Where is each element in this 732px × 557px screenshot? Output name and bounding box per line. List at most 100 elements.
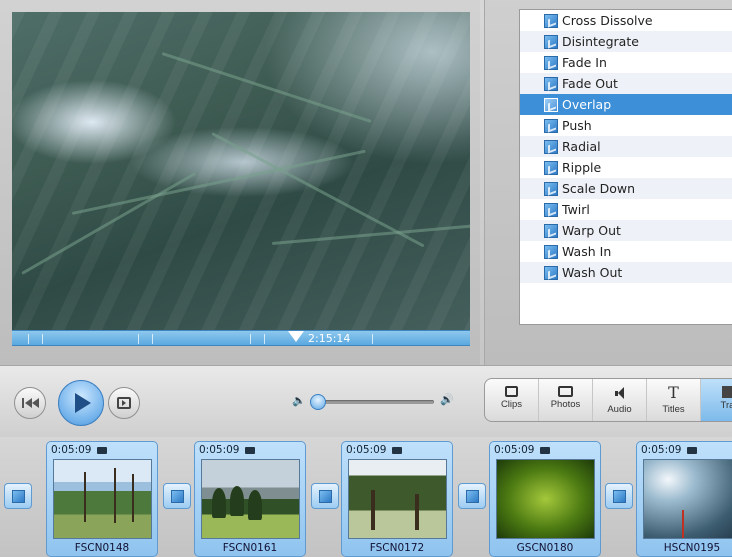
transition-item[interactable]: Scale Down — [520, 178, 732, 199]
rewind-icon — [21, 398, 39, 408]
volume-knob[interactable] — [310, 394, 326, 410]
transition-label: Warp Out — [562, 223, 621, 238]
camera-icon — [540, 446, 551, 454]
viewer-pane: 2:15:14 — [0, 0, 480, 365]
scrubber-bar[interactable]: 2:15:14 — [12, 330, 470, 346]
scrubber-tick — [28, 334, 29, 344]
transition-item[interactable]: Cross Dissolve — [520, 10, 732, 31]
camera-icon — [687, 446, 698, 454]
transition-item[interactable]: Wash Out — [520, 262, 732, 283]
clip-item[interactable]: 0:05:09 HSCN0195 — [636, 441, 732, 557]
imovie-window: 2:15:14 Cross Dissolve Disintegrate Fade… — [0, 0, 732, 557]
play-icon — [75, 393, 91, 413]
transition-icon — [544, 223, 558, 238]
transition-item[interactable]: Warp Out — [520, 220, 732, 241]
transition-icon — [544, 202, 558, 217]
camera-icon — [245, 446, 256, 454]
transition-marker[interactable] — [163, 483, 191, 509]
transitions-icon — [721, 386, 732, 398]
transition-icon — [544, 118, 558, 133]
light-rays — [12, 12, 470, 330]
clip-name: HSCN0195 — [663, 542, 721, 554]
transition-label: Fade In — [562, 55, 607, 70]
transition-item-selected[interactable]: Overlap — [520, 94, 732, 115]
transition-icon — [544, 76, 558, 91]
transition-label: Wash Out — [562, 265, 623, 280]
photos-icon — [558, 386, 573, 397]
transitions-panel: Cross Dissolve Disintegrate Fade In Fade… — [484, 0, 732, 365]
playback-controls: 🔈 🔊 Clips Photos Audio T Titles Tr — [0, 365, 732, 437]
scrubber-tick — [42, 334, 43, 344]
transition-icon — [465, 489, 479, 503]
transition-label: Twirl — [562, 202, 590, 217]
clip-name: FSCN0148 — [74, 542, 130, 554]
transition-item[interactable]: Radial — [520, 136, 732, 157]
transition-label: Disintegrate — [562, 34, 639, 49]
transition-icon — [612, 489, 626, 503]
tab-label: Tra — [720, 400, 732, 411]
transition-icon — [544, 265, 558, 280]
rewind-button[interactable] — [14, 387, 46, 419]
clip-item[interactable]: 0:05:09 FSCN0161 — [194, 441, 306, 557]
clip-thumbnail — [53, 459, 152, 539]
scrubber-tick — [250, 334, 251, 344]
tab-photos[interactable]: Photos — [539, 379, 593, 421]
transition-label: Ripple — [562, 160, 602, 175]
clip-item[interactable]: 0:05:09 GSCN0180 — [489, 441, 601, 557]
fullscreen-button[interactable] — [108, 387, 140, 419]
play-button[interactable] — [58, 380, 104, 426]
video-preview[interactable] — [12, 12, 470, 330]
tab-titles[interactable]: T Titles — [647, 379, 701, 421]
transition-icon — [544, 97, 558, 112]
transition-icon — [544, 139, 558, 154]
transition-marker[interactable] — [311, 483, 339, 509]
clip-duration: 0:05:09 — [199, 444, 240, 456]
titles-icon: T — [668, 383, 679, 402]
transition-label: Radial — [562, 139, 601, 154]
clip-thumbnail — [201, 459, 300, 539]
transition-item[interactable]: Twirl — [520, 199, 732, 220]
transition-label: Fade Out — [562, 76, 618, 91]
clip-viewer: 0:05:09 FSCN0148 0:05:09 FSCN0161 0:05:0… — [0, 437, 732, 557]
transition-marker[interactable] — [458, 483, 486, 509]
volume-slider[interactable] — [312, 400, 434, 404]
transition-icon — [544, 181, 558, 196]
transition-label: Overlap — [562, 97, 612, 112]
clip-item[interactable]: 0:05:09 FSCN0172 — [341, 441, 453, 557]
transition-icon — [544, 34, 558, 49]
transition-icon — [544, 13, 558, 28]
transition-marker[interactable] — [4, 483, 32, 509]
transition-label: Push — [562, 118, 592, 133]
tab-clips[interactable]: Clips — [485, 379, 539, 421]
playhead[interactable] — [288, 331, 304, 342]
transition-item[interactable]: Disintegrate — [520, 31, 732, 52]
transition-icon — [544, 244, 558, 259]
transition-label: Cross Dissolve — [562, 13, 653, 28]
clip-item[interactable]: 0:05:09 FSCN0148 — [46, 441, 158, 557]
scrubber-tick — [138, 334, 139, 344]
clip-thumbnail — [348, 459, 447, 539]
transitions-list[interactable]: Cross Dissolve Disintegrate Fade In Fade… — [519, 9, 732, 325]
transition-item[interactable]: Fade In — [520, 52, 732, 73]
transition-item[interactable]: Wash In — [520, 241, 732, 262]
transition-item[interactable]: Ripple — [520, 157, 732, 178]
transition-label: Scale Down — [562, 181, 636, 196]
tab-label: Clips — [500, 399, 523, 410]
clip-thumbnail — [496, 459, 595, 539]
clip-duration: 0:05:09 — [346, 444, 387, 456]
tab-label: Audio — [607, 404, 632, 415]
transition-marker[interactable] — [605, 483, 633, 509]
fullscreen-icon — [117, 397, 131, 409]
timecode: 2:15:14 — [308, 332, 351, 345]
tab-audio[interactable]: Audio — [593, 379, 647, 421]
transition-item[interactable]: Push — [520, 115, 732, 136]
camera-icon — [392, 446, 403, 454]
clip-duration: 0:05:09 — [641, 444, 682, 456]
transition-item[interactable]: Fade Out — [520, 73, 732, 94]
clip-name: GSCN0180 — [516, 542, 574, 554]
tab-transitions[interactable]: Tra — [701, 379, 732, 421]
pane-tab-bar: Clips Photos Audio T Titles Tra — [484, 378, 732, 422]
clip-duration: 0:05:09 — [494, 444, 535, 456]
scrubber-tick — [372, 334, 373, 344]
transition-icon — [318, 489, 332, 503]
